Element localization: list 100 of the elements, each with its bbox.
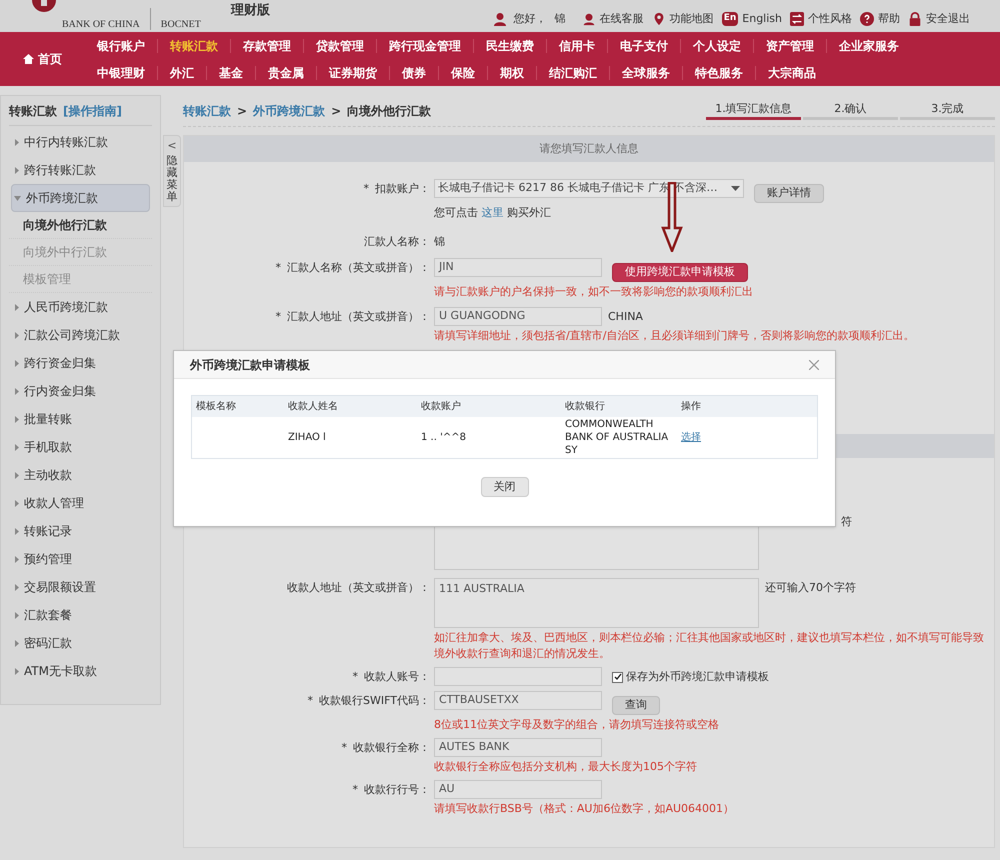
sidebar-item[interactable]: 行内资金归集 [9, 377, 152, 405]
close-button[interactable]: 关闭 [480, 477, 528, 497]
form-button[interactable]: 使用跨境汇款申请模板 [612, 262, 748, 282]
home-link[interactable]: 首页 [0, 32, 85, 86]
sidebar-item[interactable]: 跨行资金归集 [9, 349, 152, 377]
nav-item[interactable]: 电子支付 [607, 38, 680, 52]
column-header: 模板名称 [195, 400, 237, 414]
breadcrumb-link[interactable]: 转账汇款 [183, 102, 231, 120]
sidebar-item[interactable]: 密码汇款 [9, 629, 152, 657]
table-cell-text: COMMONWEALTH BANK OF AUSTRALIA SY [564, 418, 670, 458]
text-field[interactable]: AU [434, 780, 602, 799]
sidebar-item[interactable]: 人民币跨境汇款 [9, 293, 152, 321]
header-link[interactable]: 安全退出 [908, 10, 970, 28]
text-field[interactable]: CTTBAUSETXX [434, 691, 602, 710]
field-label: 收款人地址（英文或拼音）： [287, 580, 430, 596]
caret-right-icon [15, 640, 19, 646]
nav-item[interactable]: 基金 [206, 66, 255, 80]
breadcrumb-link[interactable]: 外币跨境汇款 [253, 102, 326, 120]
field-label: 收款人账号： [364, 669, 430, 685]
collapse-label[interactable]: 隐藏菜单 [166, 154, 178, 203]
caret-right-icon [15, 668, 19, 674]
nav-item[interactable]: 贵金属 [255, 66, 316, 80]
sidebar-item[interactable]: 主动收款 [9, 461, 152, 489]
nav-item[interactable]: 银行账户 [85, 38, 157, 52]
nav-item[interactable]: 中银理财 [85, 66, 157, 80]
textarea-field[interactable]: 111 AUSTRALIA [434, 578, 759, 628]
map-pin-icon [652, 12, 666, 26]
language-badge: En [722, 12, 738, 26]
column-header: 收款人姓名 [287, 400, 339, 414]
nav-item[interactable]: 大宗商品 [755, 66, 828, 80]
sidebar-title: 转账汇款 [9, 102, 57, 120]
sidebar-item[interactable]: 转账记录 [9, 517, 152, 545]
form-button[interactable]: 账户详情 [754, 184, 824, 203]
collapse-arrow[interactable]: < [167, 138, 177, 154]
logo-text: BANK OF CHINA [62, 18, 140, 32]
form-button[interactable]: 查询 [612, 696, 660, 715]
nav-item[interactable]: 结汇购汇 [536, 66, 609, 80]
caret-right-icon [15, 138, 19, 146]
nav-item[interactable]: 企业家服务 [826, 38, 911, 52]
nav-item[interactable]: 贷款管理 [303, 38, 376, 52]
sidebar-item[interactable]: 批量转账 [9, 405, 152, 433]
nav-item[interactable]: 存款管理 [230, 38, 303, 52]
caret-right-icon [15, 332, 19, 338]
nav-item[interactable]: 个人设定 [680, 38, 753, 52]
sidebar-item[interactable]: 交易限额设置 [9, 573, 152, 601]
field-suffix: 符 [841, 514, 852, 530]
note-text: 您可点击 这里 购买外汇 [434, 205, 552, 221]
sidebar-item[interactable]: 跨行转账汇款 [9, 156, 152, 184]
home-icon [23, 54, 34, 64]
header-link[interactable]: 个性风格 [790, 10, 852, 28]
required-mark: * [342, 740, 347, 756]
field-label: 汇款人名称： [364, 234, 430, 250]
header-link[interactable]: 功能地图 [652, 10, 714, 28]
nav-item[interactable]: 跨行现金管理 [376, 38, 473, 52]
nav-item[interactable]: 民生缴费 [473, 38, 546, 52]
save-template-checkbox[interactable]: 保存为外币跨境汇款申请模板 [612, 667, 769, 686]
header-link[interactable]: 在线客服 [582, 10, 644, 28]
close-icon[interactable] [809, 360, 819, 370]
nav-item[interactable]: 证券期货 [316, 66, 389, 80]
check-icon [614, 673, 622, 682]
swap-icon [790, 12, 804, 26]
nav-item[interactable]: 信用卡 [546, 38, 607, 52]
hint-text: 请填写详细地址，须包括省/直辖市/自治区，且必须详细到门牌号，否则将影响您的款项顺利汇出。 [434, 328, 916, 344]
text-field[interactable] [434, 667, 602, 686]
header-link[interactable]: En English [722, 10, 782, 28]
required-mark: * [308, 693, 314, 709]
sidebar-item[interactable]: 手机取款 [9, 433, 152, 461]
nav-item[interactable]: 保险 [438, 66, 487, 80]
nav-item[interactable]: 资产管理 [753, 38, 826, 52]
sidebar-item[interactable]: 外币跨境汇款 [11, 184, 150, 212]
nav-item[interactable]: 转账汇款 [157, 38, 230, 52]
sidebar-subitem[interactable]: 向境外他行汇款 [9, 212, 152, 239]
breadcrumb-current: 向境外他行汇款 [347, 103, 432, 120]
header-link[interactable]: 帮助 [860, 10, 900, 28]
sidebar-item[interactable]: 收款人管理 [9, 489, 152, 517]
text-field[interactable]: JIN [434, 258, 602, 277]
sidebar-item[interactable]: 中行内转账汇款 [9, 128, 152, 156]
caret-right-icon [15, 556, 19, 562]
nav-item[interactable]: 外汇 [157, 66, 206, 80]
field-value: 锦 [434, 234, 445, 250]
nav-item[interactable]: 特色服务 [682, 66, 755, 80]
sidebar-item[interactable]: 预约管理 [9, 545, 152, 573]
field-label: 收款银行全称： [353, 740, 430, 756]
text-field[interactable]: U GUANGODNG [434, 307, 602, 326]
sidebar-item[interactable]: ATM无卡取款 [9, 657, 152, 685]
nav-item[interactable]: 期权 [487, 66, 536, 80]
nav-item[interactable]: 债券 [389, 66, 438, 80]
caret-right-icon [15, 388, 19, 394]
text-field[interactable]: AUTES BANK [434, 738, 602, 757]
sidebar-item[interactable]: 汇款套餐 [9, 601, 152, 629]
sidebar-item[interactable]: 汇款公司跨境汇款 [9, 321, 152, 349]
column-header: 操作 [680, 400, 702, 414]
field-label: 扣款账户： [375, 181, 430, 197]
hint-text: 如汇往加拿大、埃及、巴西地区，则本栏位必输；汇往其他国家或地区时，建议也填写本栏位，如不填写可能导致境外收款行查询和退汇的情况发生。 [434, 630, 985, 662]
nav-item[interactable]: 全球服务 [609, 66, 682, 80]
here-link[interactable]: 这里 [482, 206, 504, 219]
required-mark: * [352, 669, 358, 685]
select-link[interactable]: 选择 [677, 431, 705, 444]
caret-right-icon [15, 360, 19, 366]
table-cell-text: ZIHAO l [287, 431, 327, 444]
